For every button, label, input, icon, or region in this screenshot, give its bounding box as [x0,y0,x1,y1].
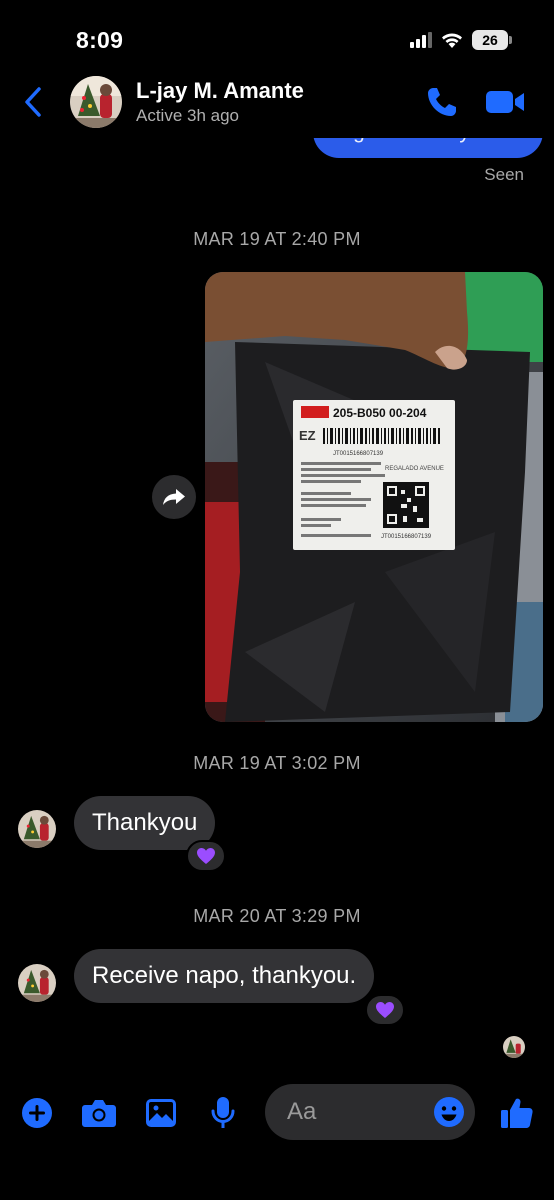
sender-avatar[interactable] [18,810,56,848]
message-input[interactable]: Aa [265,1084,475,1140]
read-receipt-avatar [503,1036,525,1058]
route-tag: EZ [299,428,316,443]
status-time: 8:09 [76,27,124,53]
camera-icon [82,1100,116,1127]
sender-avatar[interactable] [18,964,56,1002]
photo-message[interactable]: 205-B050 00-204 EZ JT0015166807139 REGAL… [205,272,543,722]
received-message-bubble[interactable]: Receive napo, thankyou. [74,949,375,1003]
share-arrow-icon [163,489,185,505]
chat-header: L-jay M. Amante Active 3h ago [0,70,554,138]
cellular-signal-icon [410,32,432,48]
tracking-number: JT0015166807139 [333,451,384,457]
seen-label: Seen [484,165,524,184]
share-button[interactable] [152,475,196,519]
message-input-placeholder: Aa [287,1098,317,1125]
status-icons: 26 [410,30,512,50]
reaction-badge[interactable] [186,840,226,872]
purple-heart-icon [376,1002,394,1018]
timestamp: MAR 19 AT 3:02 PM [193,753,361,773]
message-composer: Aa [0,1080,554,1150]
tracking-number-small: JT0015166807139 [381,534,432,540]
plus-circle-icon [22,1098,52,1128]
contact-name[interactable]: L-jay M. Amante [136,78,304,104]
status-bar: 8:09 26 [0,0,554,70]
battery-indicator: 26 [472,30,512,50]
wifi-icon [442,33,462,48]
address-tag: REGALADO AVENUE [385,466,444,472]
thumbs-up-icon [501,1098,533,1128]
phone-call-icon[interactable] [424,84,460,120]
image-gallery-icon [146,1099,176,1127]
timestamp: MAR 20 AT 3:29 PM [193,906,361,926]
gallery-button[interactable] [142,1094,180,1132]
video-call-icon[interactable] [484,86,526,118]
waybill-code: 205-B050 00-204 [333,406,427,420]
camera-button[interactable] [80,1094,118,1132]
reaction-badge[interactable] [365,994,405,1026]
plus-button[interactable] [18,1094,56,1132]
voice-button[interactable] [204,1094,242,1132]
emoji-icon[interactable] [433,1096,465,1128]
timestamp: MAR 19 AT 2:40 PM [193,229,361,249]
contact-avatar[interactable] [70,76,122,128]
purple-heart-icon [197,848,215,864]
back-chevron-icon[interactable] [18,84,48,120]
microphone-icon [211,1097,235,1128]
like-button[interactable] [498,1094,536,1132]
active-status: Active 3h ago [136,106,240,125]
